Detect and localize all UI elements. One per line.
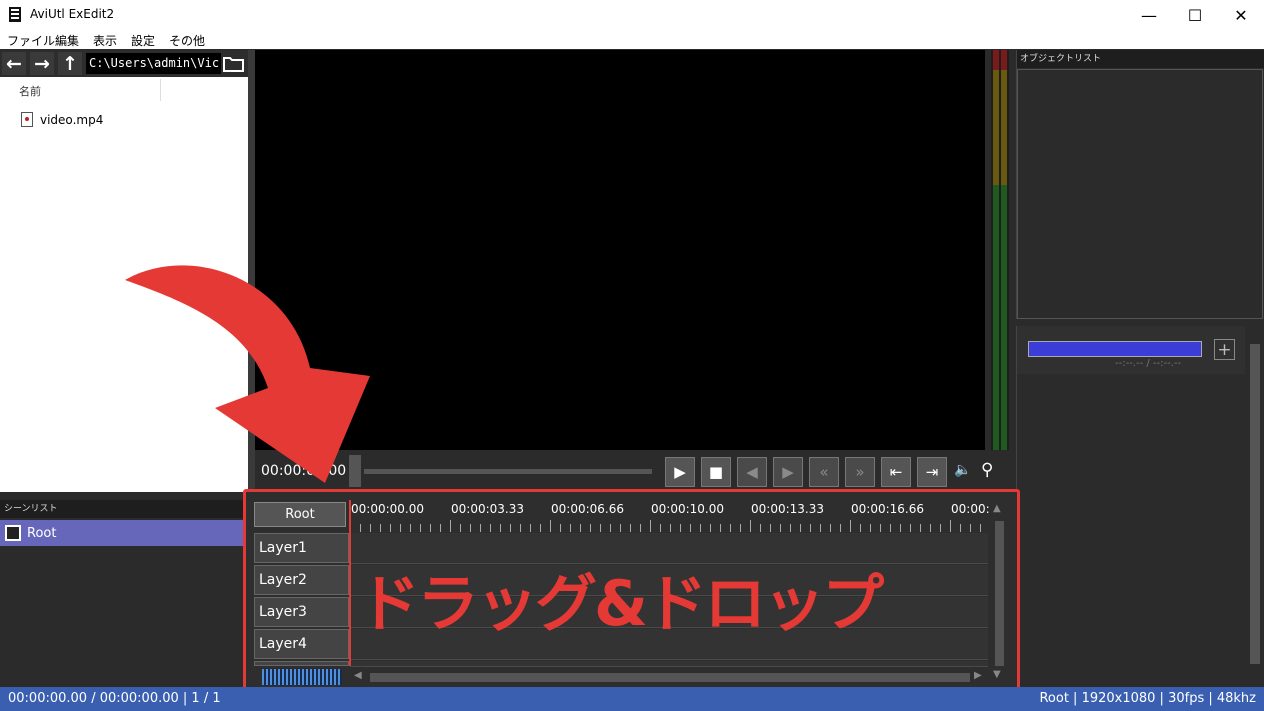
timeline-vertical-thumb[interactable] <box>995 521 1004 666</box>
name-column-header[interactable]: 名前 <box>19 83 41 99</box>
object-range-bar[interactable] <box>1028 341 1202 357</box>
status-time-info: 00:00:00.00 / 00:00:00.00 | 1 / 1 <box>8 691 221 706</box>
fast-forward-icon[interactable]: » <box>845 457 875 487</box>
scroll-down-arrow-icon[interactable]: ▼ <box>993 669 1001 680</box>
column-divider[interactable] <box>160 79 161 101</box>
scene-item-label: Root <box>27 525 57 541</box>
object-list-area[interactable] <box>1017 69 1263 319</box>
menu-view[interactable]: 表示 <box>93 32 117 49</box>
scroll-left-arrow-icon[interactable]: ◀ <box>354 670 362 681</box>
layer-header[interactable]: Layer1 <box>254 533 349 563</box>
object-time-range: --:--.-- / --:--.-- <box>1115 358 1182 369</box>
video-file-icon <box>21 112 33 127</box>
forward-arrow-icon[interactable]: → <box>30 52 54 75</box>
object-list-header: オブジェクトリスト <box>1017 50 1264 68</box>
file-item[interactable]: video.mp4 <box>21 112 103 127</box>
prev-frame-icon[interactable]: ◀ <box>737 457 767 487</box>
ruler-tick-label: 00:00:13.33 <box>751 502 824 516</box>
object-list-panel: オブジェクトリスト <box>1016 50 1264 319</box>
playhead[interactable] <box>349 500 351 666</box>
menu-bar: ファイル 編集 表示 設定 その他 <box>0 30 1264 49</box>
up-arrow-icon[interactable]: ↑ <box>58 52 82 75</box>
seek-slider-track[interactable] <box>364 469 652 474</box>
layer-header-partial[interactable] <box>254 661 349 666</box>
folder-icon[interactable] <box>221 53 246 74</box>
status-project-info: Root | 1920x1080 | 30fps | 48khz <box>1039 691 1256 706</box>
menu-settings[interactable]: 設定 <box>131 32 155 49</box>
properties-scroll-thumb[interactable] <box>1250 344 1260 664</box>
scroll-right-arrow-icon[interactable]: ▶ <box>974 670 982 681</box>
ruler-tick-label: 00:00:00.00 <box>351 502 424 516</box>
scroll-up-arrow-icon[interactable]: ▲ <box>993 503 1001 514</box>
menu-other[interactable]: その他 <box>169 32 205 49</box>
film-scene-icon <box>5 525 21 541</box>
go-end-icon[interactable]: ⇥ <box>917 457 947 487</box>
timeline-root-button[interactable]: Root <box>254 502 346 527</box>
back-arrow-icon[interactable]: ← <box>2 52 26 75</box>
scene-item-root[interactable]: Root <box>0 520 245 546</box>
layer-header[interactable]: Layer4 <box>254 629 349 659</box>
status-bar: 00:00:00.00 / 00:00:00.00 | 1 / 1 Root |… <box>0 687 1264 711</box>
title-bar: AviUtl ExEdit2 — ☐ ✕ <box>0 0 1264 30</box>
menu-file[interactable]: ファイル <box>7 32 55 49</box>
layer-lane[interactable] <box>350 661 988 667</box>
explorer-nav-bar: ← → ↑ C:\Users\admin\Vic <box>0 50 248 77</box>
next-frame-icon[interactable]: ▶ <box>773 457 803 487</box>
timeline-zoom-slider[interactable] <box>262 669 342 685</box>
ruler-tick-label: 00:00:03.33 <box>451 502 524 516</box>
stop-icon[interactable]: ■ <box>701 457 731 487</box>
file-name: video.mp4 <box>40 112 104 127</box>
play-icon[interactable]: ▶ <box>665 457 695 487</box>
ruler-tick-label: 00:00:06.66 <box>551 502 624 516</box>
properties-panel: --:--.-- / --:--.-- + <box>1016 326 1264 686</box>
ruler-tick-label: 00:00:16.66 <box>851 502 924 516</box>
path-field[interactable]: C:\Users\admin\Vic <box>86 53 221 74</box>
minimize-button[interactable]: — <box>1126 0 1172 30</box>
close-button[interactable]: ✕ <box>1218 0 1264 30</box>
window-title: AviUtl ExEdit2 <box>30 7 115 21</box>
audio-level-meter <box>991 50 1009 450</box>
scene-list-panel: シーンリスト Root <box>0 500 249 687</box>
menu-edit[interactable]: 編集 <box>55 32 79 49</box>
speaker-icon[interactable]: 🔈 <box>954 462 971 478</box>
properties-scrollbar[interactable] <box>1247 326 1263 686</box>
rewind-icon[interactable]: « <box>809 457 839 487</box>
plus-icon[interactable]: + <box>1214 339 1235 360</box>
properties-strip: --:--.-- / --:--.-- + <box>1017 326 1245 374</box>
time-ruler[interactable] <box>350 520 990 532</box>
scene-list-header: シーンリスト <box>0 500 249 518</box>
drag-and-drop-hint: ドラッグ&ドロップ <box>358 567 884 640</box>
film-app-icon <box>9 7 21 22</box>
ruler-tick-label: 00:00:2 <box>951 502 989 516</box>
curved-arrow-icon <box>125 265 370 483</box>
magnifier-plus-icon[interactable]: ⚲ <box>981 460 993 480</box>
go-start-icon[interactable]: ⇤ <box>881 457 911 487</box>
ruler-tick-label: 00:00:10.00 <box>651 502 724 516</box>
layer-header[interactable]: Layer3 <box>254 597 349 627</box>
timeline-horizontal-thumb[interactable] <box>370 673 970 682</box>
layer-header[interactable]: Layer2 <box>254 565 349 595</box>
maximize-button[interactable]: ☐ <box>1172 0 1218 30</box>
